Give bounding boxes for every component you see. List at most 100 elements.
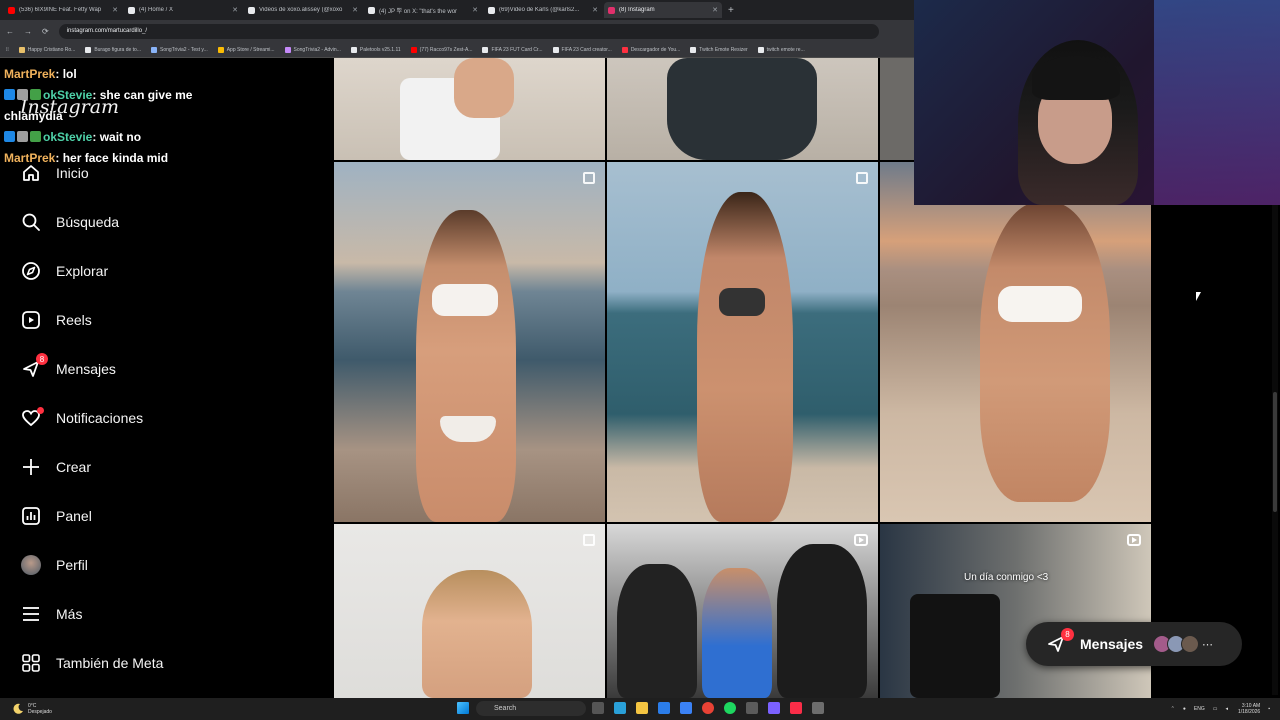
app-icon[interactable] (812, 702, 824, 714)
notification-center-icon[interactable]: ▪ (1268, 706, 1270, 712)
apps-grid-icon[interactable]: ⁞⁞ (6, 47, 9, 53)
app-icon[interactable] (680, 702, 692, 714)
bookmark-favicon-icon (757, 46, 764, 53)
bookmark-label: Burago figura de to... (94, 46, 142, 53)
new-tab-button[interactable]: + (728, 5, 734, 16)
stream-chat-overlay: MartPrek: lol okStevie: she can give me … (4, 64, 334, 169)
bookmark-item[interactable]: Twitch Emote Resizer (690, 46, 748, 53)
reload-icon[interactable]: ⟳ (42, 27, 49, 36)
browser-tab[interactable]: (4) Home / X ✕ (124, 2, 242, 18)
bookmark-item[interactable]: SongTrivia2 - Advin... (284, 46, 341, 53)
close-icon[interactable]: ✕ (472, 6, 478, 14)
messages-floating-button[interactable]: 8 Mensajes ⋯ (1026, 622, 1242, 666)
scrollbar-thumb[interactable] (1273, 392, 1277, 512)
emote-badge-icon (30, 131, 41, 142)
post-tile[interactable]: Un día conmigo <3 (880, 524, 1151, 698)
close-icon[interactable]: ✕ (592, 6, 598, 14)
store-icon[interactable] (658, 702, 670, 714)
bookmark-label: SongTrivia2 - Advin... (293, 46, 341, 53)
file-explorer-icon[interactable] (636, 702, 648, 714)
sidebar-item-crear[interactable]: Crear (20, 452, 91, 482)
close-icon[interactable]: ✕ (112, 6, 118, 14)
contact-avatar (1181, 635, 1200, 653)
post-tile[interactable] (880, 162, 1151, 522)
bookmark-item[interactable]: Paletools v25.1.11 (350, 46, 401, 53)
post-tile[interactable] (880, 58, 914, 160)
bookmark-item[interactable]: Happy Cristiano Ro... (18, 46, 75, 53)
bookmark-label: FIFA 23 FUT Card Cr... (491, 46, 543, 53)
browser-tab[interactable]: (4) JP 뿌 on X: "that's the wor ✕ (364, 2, 482, 18)
edge-icon[interactable] (614, 702, 626, 714)
bookmark-item[interactable]: (77) Racco97s Zest-A... (410, 46, 472, 53)
plus-icon (20, 456, 42, 478)
url-field[interactable]: instagram.com/martucardillo_/ (58, 23, 879, 39)
sidebar-item-busqueda[interactable]: Búsqueda (20, 207, 119, 237)
post-tile[interactable] (607, 524, 878, 698)
close-icon[interactable]: ✕ (232, 6, 238, 14)
chat-message: okStevie: wait no (4, 127, 334, 148)
bookmark-favicon-icon (85, 46, 92, 53)
bookmark-item[interactable]: twitch emote re... (757, 46, 805, 53)
sidebar-item-label: Panel (56, 508, 92, 524)
sidebar-item-explorar[interactable]: Explorar (20, 256, 108, 286)
browser-tab[interactable]: (69)Video de Karls (@karls2... ✕ (484, 2, 602, 18)
windows-start-icon[interactable] (457, 702, 469, 714)
post-tile[interactable] (607, 58, 878, 160)
network-icon[interactable]: ▭ (1213, 706, 1218, 712)
close-icon[interactable]: ✕ (352, 6, 358, 14)
mic-icon[interactable]: ● (1183, 706, 1186, 712)
language-indicator[interactable]: ENG (1194, 706, 1205, 712)
bookmark-item[interactable]: FIFA 23 FUT Card Cr... (482, 46, 543, 53)
search-icon (20, 211, 42, 233)
bookmark-item[interactable]: SongTrivia2 - Test y... (151, 46, 208, 53)
bookmark-item[interactable]: FIFA 23 Card creator... (552, 46, 612, 53)
sub-badge-icon (17, 131, 28, 142)
post-image (702, 568, 772, 698)
sidebar-item-label: Explorar (56, 263, 109, 279)
carousel-icon (583, 172, 595, 184)
sidebar-item-mensajes[interactable]: 8 Mensajes (20, 353, 116, 384)
chat-username: MartPrek (4, 151, 56, 165)
bookmark-item[interactable]: Burago figura de to... (85, 46, 142, 53)
close-icon[interactable]: ✕ (712, 6, 718, 14)
post-image (777, 544, 867, 698)
sidebar-item-mas[interactable]: Más (20, 599, 82, 629)
reel-icon (854, 534, 868, 546)
prime-badge-icon (4, 89, 15, 100)
sidebar-item-perfil[interactable]: Perfil (20, 550, 88, 580)
bookmark-item[interactable]: Descargador de You... (621, 46, 680, 53)
chrome-icon[interactable] (702, 702, 714, 714)
bookmarks-bar: ⁞⁞ Happy Cristiano Ro... Burago figura de … (0, 42, 914, 58)
task-view-icon[interactable] (592, 702, 604, 714)
address-bar-row: ← → ⟳ instagram.com/martucardillo_/ (0, 20, 914, 42)
more-icon: ⋯ (1202, 638, 1214, 651)
browser-tab-active[interactable]: (8) Instagram ✕ (604, 2, 722, 18)
music-icon[interactable] (790, 702, 802, 714)
app-icon[interactable] (768, 702, 780, 714)
post-tile[interactable] (334, 162, 605, 522)
sidebar-item-panel[interactable]: Panel (20, 501, 92, 531)
volume-icon[interactable]: ◂ (1225, 706, 1228, 712)
spotify-icon[interactable] (724, 702, 736, 714)
back-icon[interactable]: ← (6, 27, 14, 36)
post-tile[interactable] (334, 524, 605, 698)
weather-widget[interactable]: 0°C Despejado (12, 698, 52, 720)
sidebar-item-label: Crear (56, 459, 92, 475)
chevron-up-icon[interactable]: ⌃ (1171, 706, 1175, 712)
forward-icon[interactable]: → (24, 27, 32, 36)
browser-tab[interactable]: (536) 6IX9INE Feat. Fetty Wap ✕ (4, 2, 122, 18)
post-tile[interactable] (607, 162, 878, 522)
clock[interactable]: 3:10 AM 1/18/2026 (1238, 703, 1260, 715)
sidebar-item-reels[interactable]: Reels (20, 305, 92, 335)
reels-icon (20, 309, 42, 331)
unread-badge: 8 (36, 353, 48, 365)
taskbar-search[interactable]: Search (476, 701, 586, 716)
post-tile[interactable] (334, 58, 605, 160)
sidebar-item-notificaciones[interactable]: Notificaciones (20, 403, 143, 433)
sidebar-item-tambien-de-meta[interactable]: También de Meta (20, 648, 163, 678)
bookmark-item[interactable]: App Store / Streami... (217, 46, 275, 53)
search-label: Search (494, 705, 517, 712)
webcam-background (1154, 0, 1280, 205)
browser-tab[interactable]: Videos de xoxo.alissey (@xoxo ✕ (244, 2, 362, 18)
steam-icon[interactable] (746, 702, 758, 714)
